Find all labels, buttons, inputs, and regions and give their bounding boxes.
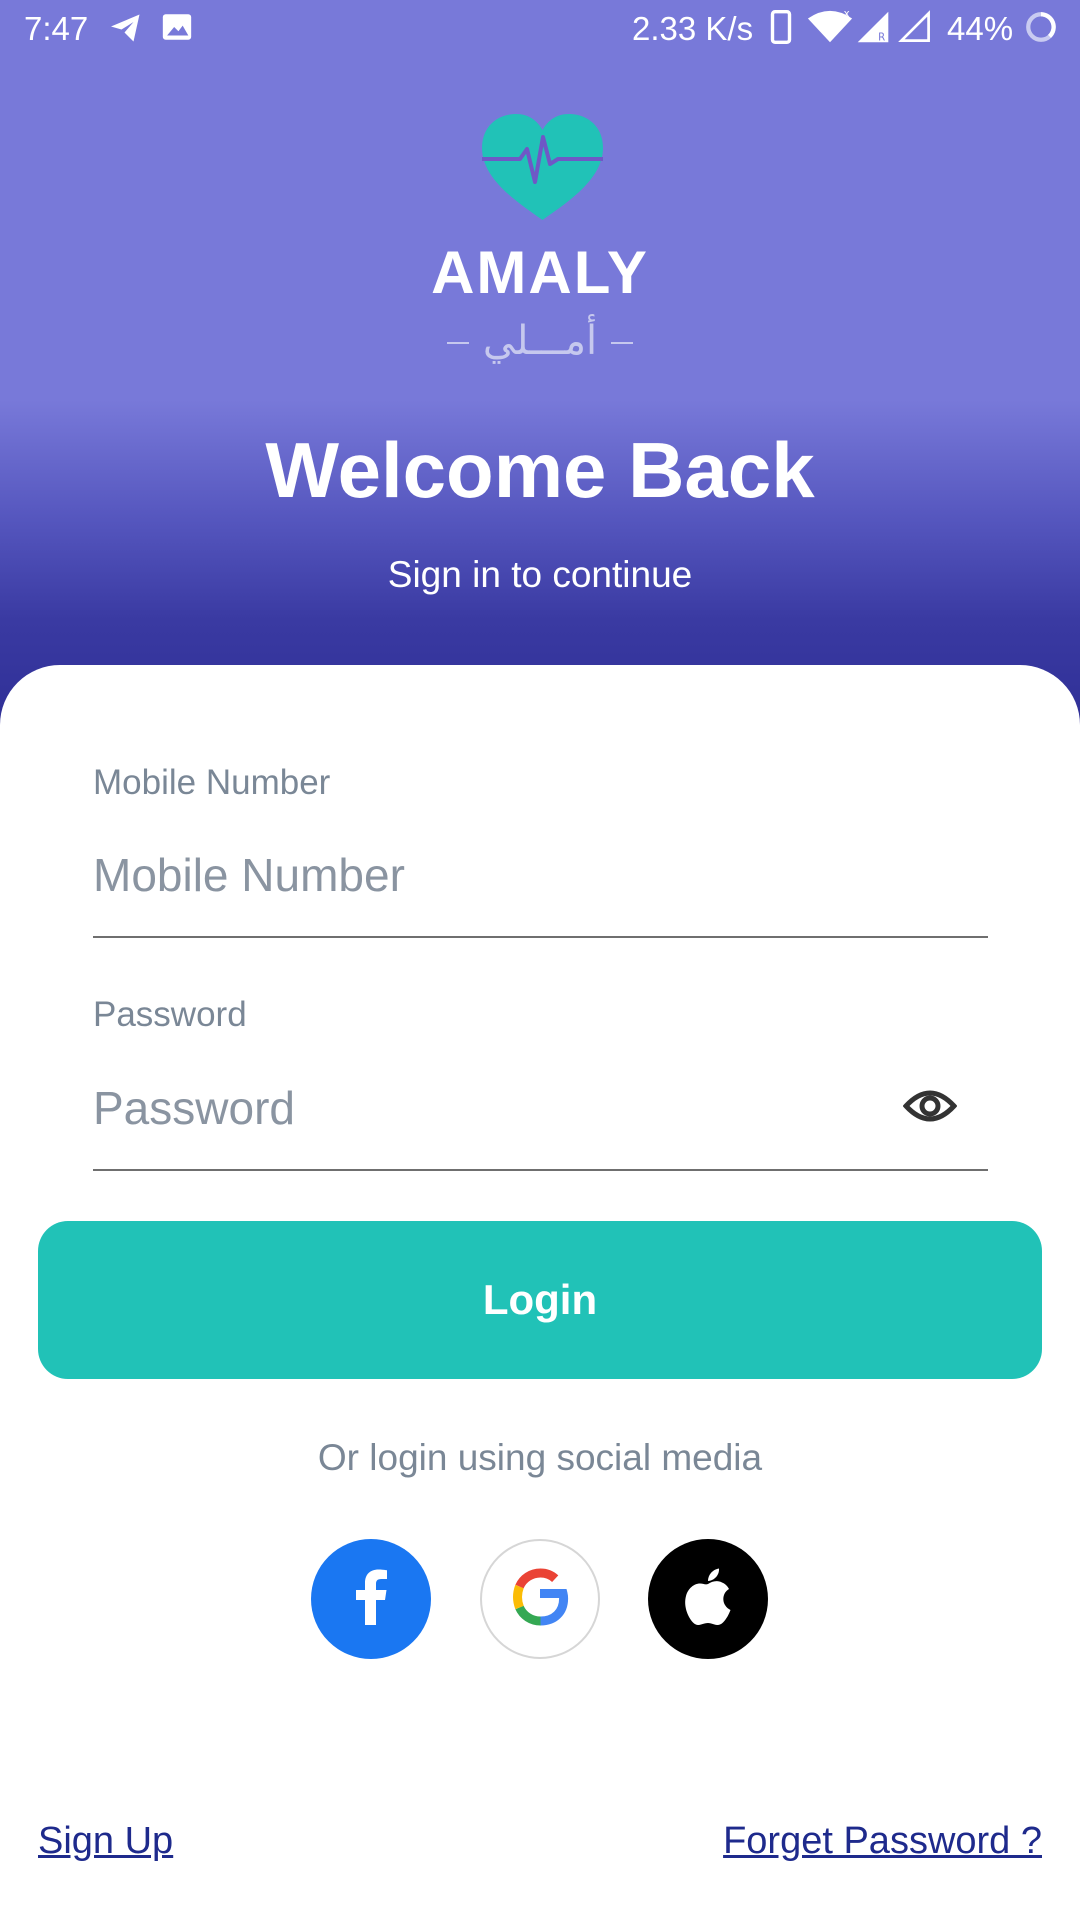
login-screen: 7:47 2.33 K/s x R 44% AMALY أمـــلي Welc… bbox=[0, 0, 1080, 1920]
forget-password-link[interactable]: Forget Password ? bbox=[723, 1820, 1042, 1863]
google-login-button[interactable] bbox=[480, 1539, 600, 1659]
brand-name-arabic-row: أمـــلي bbox=[0, 318, 1080, 364]
eye-icon[interactable] bbox=[902, 1084, 958, 1128]
phone-icon bbox=[770, 10, 792, 52]
password-input[interactable] bbox=[93, 1073, 883, 1143]
wifi-icon: x bbox=[806, 9, 854, 52]
mobile-label: Mobile Number bbox=[93, 763, 331, 802]
apple-icon bbox=[682, 1567, 734, 1632]
facebook-icon bbox=[354, 1569, 388, 1630]
login-button[interactable]: Login bbox=[38, 1221, 1042, 1379]
battery-ring-icon bbox=[1024, 10, 1058, 52]
page-title: Welcome Back bbox=[265, 426, 815, 514]
battery-level: 44% bbox=[947, 10, 1014, 47]
divider bbox=[446, 342, 469, 345]
password-label: Password bbox=[93, 995, 247, 1034]
google-icon bbox=[510, 1567, 570, 1632]
brand-name: AMALY bbox=[431, 239, 649, 306]
signal-icon: R bbox=[856, 10, 890, 52]
facebook-login-button[interactable] bbox=[311, 1539, 431, 1659]
apple-login-button[interactable] bbox=[648, 1539, 768, 1659]
heart-pulse-icon bbox=[480, 112, 605, 224]
signal-empty-icon bbox=[898, 10, 932, 52]
page-subtitle: Sign in to continue bbox=[387, 554, 693, 595]
sign-up-link[interactable]: Sign Up bbox=[38, 1820, 173, 1863]
mobile-number-input[interactable] bbox=[93, 840, 988, 910]
brand-name-arabic: أمـــلي bbox=[482, 319, 598, 363]
telegram-icon bbox=[108, 10, 144, 54]
image-icon bbox=[160, 10, 194, 52]
status-time: 7:47 bbox=[24, 10, 89, 47]
svg-text:R: R bbox=[878, 33, 885, 44]
header-background bbox=[0, 0, 1080, 740]
social-login-prompt: Or login using social media bbox=[317, 1437, 763, 1478]
svg-text:x: x bbox=[844, 10, 850, 20]
network-speed: 2.33 K/s bbox=[632, 10, 754, 47]
mobile-underline bbox=[93, 936, 988, 938]
status-bar: 7:47 2.33 K/s x R 44% bbox=[0, 0, 1080, 58]
password-underline bbox=[93, 1169, 988, 1171]
divider bbox=[611, 342, 634, 345]
